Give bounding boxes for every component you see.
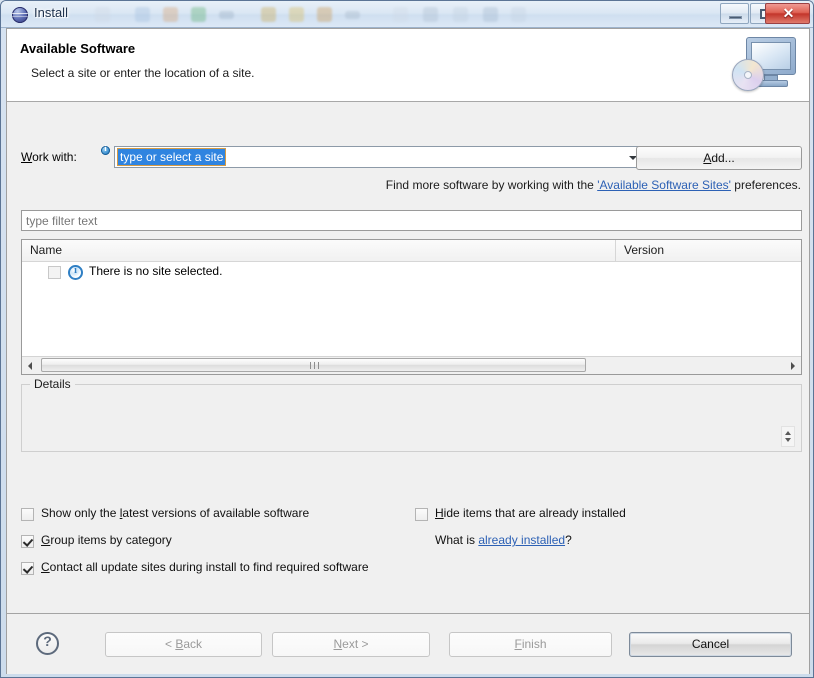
eclipse-globe-icon bbox=[12, 7, 28, 23]
option-group-by-category[interactable]: Group items by category bbox=[21, 533, 172, 548]
wizard-banner: Available Software Select a site or ente… bbox=[7, 29, 809, 102]
button-bar: < Back Next > Finish Cancel bbox=[7, 614, 809, 673]
table-horizontal-scrollbar[interactable] bbox=[22, 356, 801, 374]
software-table[interactable]: Name Version There is no site selected. bbox=[21, 239, 802, 375]
column-header-name[interactable]: Name bbox=[22, 240, 616, 261]
option-label: Hide items that are already installed bbox=[435, 506, 626, 520]
find-more-software-text: Find more software by working with the '… bbox=[385, 178, 801, 192]
scrollbar-thumb[interactable] bbox=[41, 358, 586, 372]
option-contact-update-sites[interactable]: Contact all update sites during install … bbox=[21, 560, 369, 575]
page-subtitle: Select a site or enter the location of a… bbox=[31, 66, 255, 80]
arrow-right-icon[interactable] bbox=[784, 357, 801, 373]
cancel-button[interactable]: Cancel bbox=[629, 632, 792, 657]
column-header-version[interactable]: Version bbox=[616, 240, 801, 261]
scrollbar-grip bbox=[309, 362, 319, 369]
what-is-already-installed-text: What is already installed? bbox=[435, 533, 572, 547]
checkbox[interactable] bbox=[21, 535, 34, 548]
table-row[interactable]: There is no site selected. bbox=[22, 261, 801, 283]
help-button[interactable] bbox=[36, 632, 59, 655]
dialog-content: Work with: type or select a site Add... … bbox=[7, 103, 809, 613]
option-show-latest-versions[interactable]: Show only the latest versions of availab… bbox=[21, 506, 310, 521]
title-bar[interactable]: Install ✕ bbox=[1, 1, 813, 28]
row-name-label: There is no site selected. bbox=[89, 264, 223, 278]
already-installed-link[interactable]: already installed bbox=[478, 533, 565, 547]
dialog-body: Available Software Select a site or ente… bbox=[6, 28, 810, 674]
option-label: Group items by category bbox=[41, 533, 172, 547]
work-with-label: Work with: bbox=[21, 150, 77, 164]
details-label: Details bbox=[30, 377, 75, 391]
checkbox[interactable] bbox=[21, 562, 34, 575]
work-with-input-value[interactable]: type or select a site bbox=[116, 148, 227, 166]
finish-button[interactable]: Finish bbox=[449, 632, 612, 657]
row-checkbox bbox=[48, 266, 61, 279]
add-site-button[interactable]: Add... bbox=[636, 146, 802, 170]
next-button[interactable]: Next > bbox=[272, 632, 430, 657]
page-title: Available Software bbox=[20, 41, 136, 56]
checkbox[interactable] bbox=[415, 508, 428, 521]
arrow-left-icon[interactable] bbox=[22, 357, 39, 373]
back-button[interactable]: < Back bbox=[105, 632, 262, 657]
computer-cd-banner-icon bbox=[728, 33, 800, 97]
checkbox[interactable] bbox=[21, 508, 34, 521]
close-icon: ✕ bbox=[782, 5, 795, 21]
info-icon bbox=[101, 144, 110, 155]
resize-spinner-icon[interactable] bbox=[781, 426, 795, 447]
option-hide-installed[interactable]: Hide items that are already installed bbox=[415, 506, 626, 521]
details-group: Details bbox=[21, 377, 802, 452]
background-icons-bleed bbox=[93, 1, 693, 28]
table-header: Name Version bbox=[22, 240, 801, 262]
work-with-combo[interactable]: type or select a site bbox=[114, 146, 644, 168]
install-dialog-window: Install ✕ Available Software Select a si… bbox=[0, 0, 814, 678]
available-software-sites-link[interactable]: 'Available Software Sites' bbox=[597, 178, 731, 192]
window-title: Install bbox=[34, 5, 68, 20]
close-button[interactable]: ✕ bbox=[765, 3, 810, 24]
option-label: Show only the latest versions of availab… bbox=[41, 506, 310, 520]
option-label: Contact all update sites during install … bbox=[41, 560, 369, 574]
info-icon bbox=[68, 265, 83, 280]
filter-input[interactable]: type filter text bbox=[21, 210, 802, 231]
minimize-button[interactable] bbox=[720, 3, 749, 24]
minimize-icon bbox=[729, 16, 742, 19]
